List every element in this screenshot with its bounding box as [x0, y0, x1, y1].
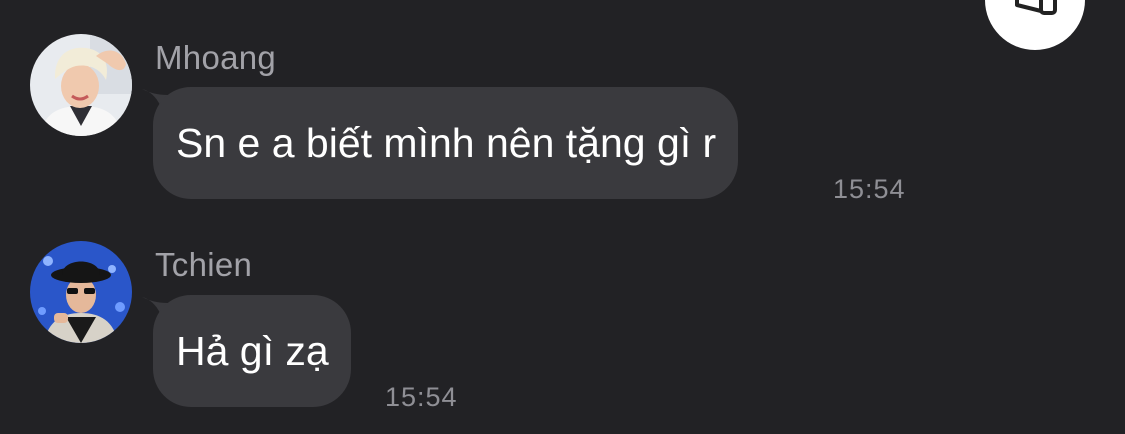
sender-name: Mhoang	[155, 39, 277, 76]
megaphone-icon	[1011, 0, 1059, 50]
chat-screen: Mhoang Sn e a biết mình nên tặng gì r 15…	[0, 0, 1125, 434]
message-text: Sn e a biết mình nên tặng gì r	[176, 119, 717, 166]
avatar[interactable]	[30, 241, 132, 343]
announcement-button[interactable]	[985, 0, 1085, 50]
message-timestamp: 15:54	[385, 382, 458, 412]
avatar[interactable]	[30, 34, 132, 136]
message-bubble[interactable]: Hả gì zạ	[153, 295, 351, 407]
message-timestamp: 15:54	[833, 174, 906, 204]
message-bubble[interactable]: Sn e a biết mình nên tặng gì r	[153, 87, 739, 199]
message-text: Hả gì zạ	[176, 327, 329, 374]
sender-name: Tchien	[155, 246, 253, 283]
